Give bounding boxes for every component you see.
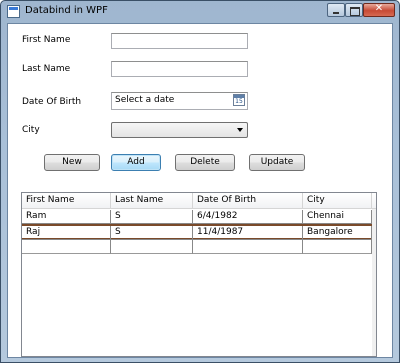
column-header-first-name[interactable]: First Name	[22, 193, 111, 209]
cell-empty[interactable]	[303, 240, 372, 254]
column-header-city[interactable]: City	[303, 193, 372, 209]
app-window: Databind in WPF ✕ First Name Last Name D…	[0, 0, 400, 363]
chevron-down-icon	[237, 128, 243, 132]
cell-empty[interactable]	[22, 240, 111, 254]
close-icon: ✕	[374, 3, 384, 14]
last-name-field[interactable]	[111, 61, 248, 77]
window-title: Databind in WPF	[25, 5, 108, 16]
grid-header: First Name Last Name Date Of Birth City	[22, 193, 376, 209]
cell-date-of-birth[interactable]: 6/4/1982	[193, 210, 303, 224]
cell-city[interactable]: Chennai	[303, 210, 372, 224]
new-item-row[interactable]	[22, 240, 376, 254]
cell-last-name[interactable]: S	[111, 210, 193, 224]
column-header-last-name[interactable]: Last Name	[111, 193, 193, 209]
date-of-birth-picker[interactable]: Select a date 15	[111, 92, 248, 110]
maximize-button[interactable]	[345, 3, 363, 17]
new-button[interactable]: New	[44, 154, 100, 171]
calendar-day: 15	[235, 98, 243, 105]
add-button[interactable]: Add	[111, 154, 161, 171]
table-row-selected[interactable]: Raj S 11/4/1987 Bangalore	[22, 224, 376, 240]
title-bar[interactable]: Databind in WPF ✕	[1, 1, 399, 23]
dob-label: Date Of Birth	[22, 97, 82, 107]
first-name-field[interactable]	[111, 33, 248, 49]
cell-last-name[interactable]: S	[111, 226, 193, 240]
column-header-date-of-birth[interactable]: Date Of Birth	[193, 193, 303, 209]
data-grid[interactable]: First Name Last Name Date Of Birth City …	[21, 192, 377, 357]
city-dropdown[interactable]	[111, 122, 248, 138]
cell-empty[interactable]	[111, 240, 193, 254]
city-label: City	[22, 125, 40, 135]
grid-right-edge	[372, 209, 376, 356]
date-placeholder: Select a date	[115, 95, 175, 105]
first-name-label: First Name	[22, 35, 71, 45]
cell-first-name[interactable]: Ram	[22, 210, 111, 224]
update-button[interactable]: Update	[249, 154, 305, 171]
window-icon	[7, 5, 20, 18]
cell-city[interactable]: Bangalore	[303, 226, 372, 240]
cell-empty[interactable]	[193, 240, 303, 254]
close-button[interactable]: ✕	[363, 3, 395, 17]
cell-date-of-birth[interactable]: 11/4/1987	[193, 226, 303, 240]
last-name-label: Last Name	[22, 64, 71, 74]
form-client-area: First Name Last Name Date Of Birth Selec…	[7, 23, 393, 358]
delete-button[interactable]: Delete	[175, 154, 235, 171]
calendar-icon[interactable]: 15	[233, 94, 245, 106]
table-row[interactable]: Ram S 6/4/1982 Chennai	[22, 210, 376, 224]
minimize-button[interactable]	[327, 3, 345, 17]
cell-first-name[interactable]: Raj	[22, 226, 111, 240]
